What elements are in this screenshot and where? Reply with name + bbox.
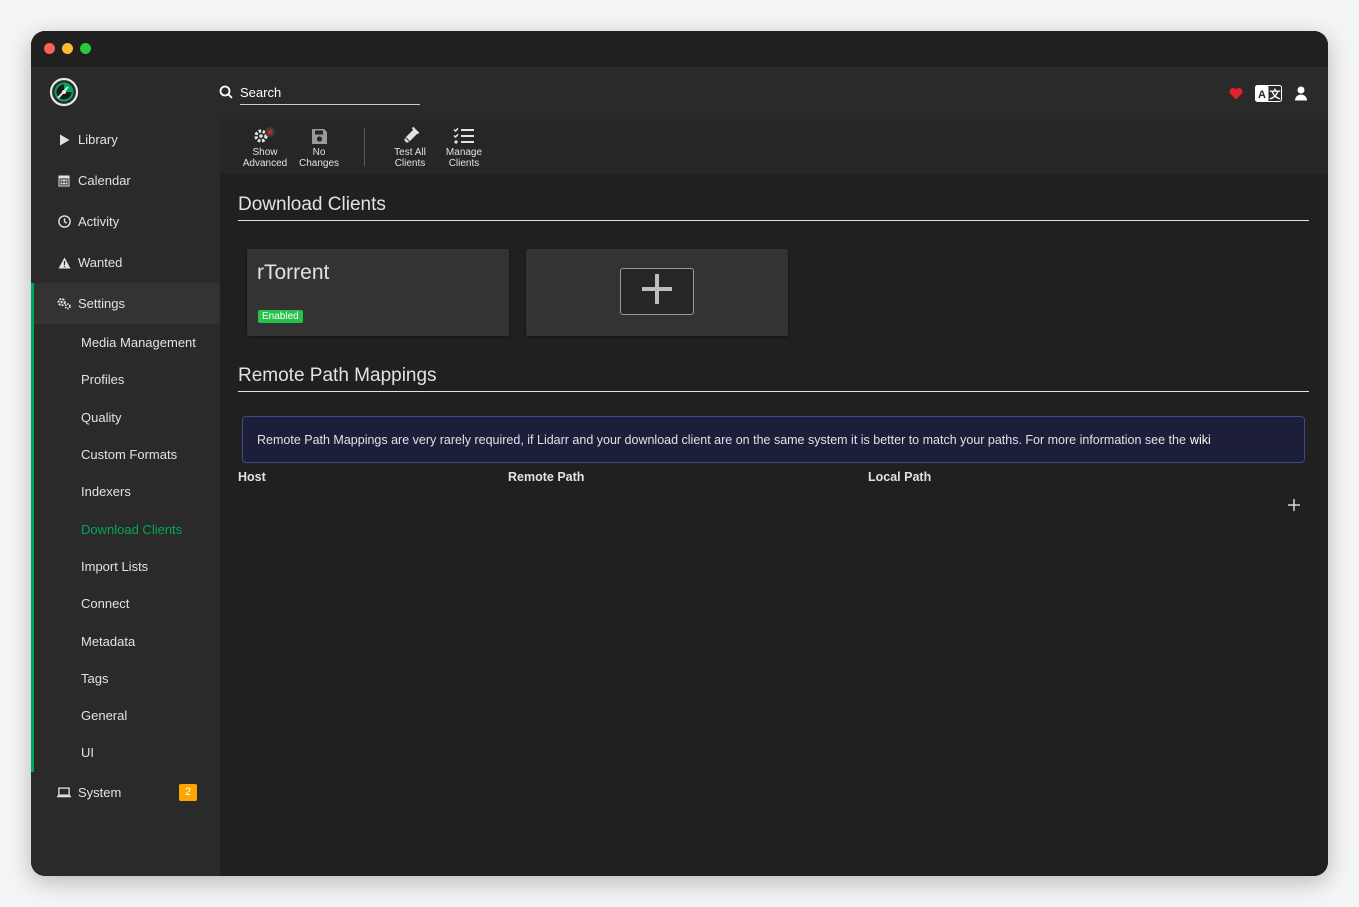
search-input[interactable] xyxy=(240,81,420,105)
sidebar-subitem-label: Quality xyxy=(81,409,122,425)
sidebar-item-label: Wanted xyxy=(78,255,123,270)
laptop-icon xyxy=(57,785,71,799)
title-bar xyxy=(31,31,1328,67)
play-icon xyxy=(57,133,71,147)
app-window: A文 Library Calendar Activity Wanted xyxy=(31,31,1328,876)
sidebar-item-settings[interactable]: Settings xyxy=(34,283,220,324)
download-clients-heading: Download Clients xyxy=(238,194,1309,221)
add-download-client-button[interactable] xyxy=(620,268,694,315)
page-toolbar: Show Advanced No Changes Test All Client… xyxy=(220,119,1328,174)
sidebar-subitem-custom-formats[interactable]: Custom Formats xyxy=(34,436,220,473)
toolbar-label: No xyxy=(312,147,326,158)
download-client-name: rTorrent xyxy=(257,261,330,284)
sidebar-subitem-tags[interactable]: Tags xyxy=(34,660,220,697)
sidebar-subitem-profiles[interactable]: Profiles xyxy=(34,361,220,398)
page-header: A文 xyxy=(31,67,1328,119)
remote-path-info-alert: Remote Path Mappings are very rarely req… xyxy=(242,416,1305,463)
sidebar-item-library[interactable]: Library xyxy=(31,119,220,160)
plus-icon xyxy=(641,273,673,310)
sidebar-item-label: Activity xyxy=(78,214,120,229)
toolbar-label: Changes xyxy=(298,158,340,169)
sidebar-subitem-connect[interactable]: Connect xyxy=(34,585,220,622)
toolbar-label: Clients xyxy=(394,158,426,169)
sidebar-subitem-label: Indexers xyxy=(81,484,131,500)
minimize-window-button[interactable] xyxy=(62,43,73,54)
wiki-link[interactable]: wiki xyxy=(1190,433,1211,447)
calendar-icon xyxy=(57,174,71,188)
column-header-host[interactable]: Host xyxy=(238,470,266,484)
sidebar-item-label: Library xyxy=(78,132,118,147)
search-icon xyxy=(219,85,233,99)
header-actions: A文 xyxy=(1229,83,1308,103)
sidebar-subitem-download-clients[interactable]: Download Clients xyxy=(34,510,220,547)
sidebar-subitem-label: UI xyxy=(81,745,94,761)
svg-text:文: 文 xyxy=(1270,87,1282,101)
page-content: Download Clients rTorrent Enabled Remote… xyxy=(220,174,1328,876)
sidebar-item-label: Calendar xyxy=(78,173,131,188)
warning-icon xyxy=(57,256,71,270)
sidebar-subitem-general[interactable]: General xyxy=(34,697,220,734)
toolbar-label: Show xyxy=(252,147,278,158)
plus-icon xyxy=(1288,498,1300,516)
sidebar-item-calendar[interactable]: Calendar xyxy=(31,160,220,201)
sidebar-subitem-indexers[interactable]: Indexers xyxy=(34,473,220,510)
sidebar-subitem-label: Tags xyxy=(81,670,109,686)
save-icon xyxy=(289,125,349,147)
toolbar-label: Advanced xyxy=(242,158,288,169)
remote-path-mappings-heading: Remote Path Mappings xyxy=(238,365,1309,392)
sidebar-item-label: System xyxy=(78,784,122,800)
sidebar-subitem-ui[interactable]: UI xyxy=(34,734,220,771)
heart-icon[interactable] xyxy=(1229,87,1243,100)
sidebar-subitem-label: Metadata xyxy=(81,633,136,649)
list-check-icon xyxy=(434,125,494,147)
sidebar-subitem-label: Import Lists xyxy=(81,558,149,574)
column-header-local-path[interactable]: Local Path xyxy=(868,470,931,484)
toolbar-separator xyxy=(364,128,365,166)
sidebar-subitem-label: Media Management xyxy=(81,335,196,351)
add-download-client-card[interactable] xyxy=(526,249,788,336)
sidebar-subitem-label: Connect xyxy=(81,596,130,612)
toolbar-label: Clients xyxy=(448,158,480,169)
settings-group: Settings Media Management Profiles Quali… xyxy=(31,283,220,772)
system-health-badge: 2 xyxy=(179,783,197,801)
zoom-window-button[interactable] xyxy=(80,43,91,54)
add-remote-path-mapping-button[interactable] xyxy=(1284,497,1304,517)
column-header-remote-path[interactable]: Remote Path xyxy=(508,470,584,484)
sidebar-item-activity[interactable]: Activity xyxy=(31,201,220,242)
toolbar-label: Manage xyxy=(445,147,483,158)
enabled-label: Enabled xyxy=(258,310,303,323)
sidebar-subitem-label: Download Clients xyxy=(81,521,183,537)
sidebar-subitem-label: Profiles xyxy=(81,372,125,388)
sidebar-subitem-import-lists[interactable]: Import Lists xyxy=(34,548,220,585)
show-advanced-button[interactable]: Show Advanced xyxy=(235,125,295,169)
sidebar-subitem-media-management[interactable]: Media Management xyxy=(34,324,220,361)
alert-text: Remote Path Mappings are very rarely req… xyxy=(257,432,1186,447)
sidebar-subitem-label: Custom Formats xyxy=(81,447,178,463)
sidebar-subitem-label: General xyxy=(81,708,128,724)
toolbar-label: Test All xyxy=(394,147,426,158)
sidebar-subitem-metadata[interactable]: Metadata xyxy=(34,622,220,659)
clock-icon xyxy=(57,215,71,229)
sidebar-item-wanted[interactable]: Wanted xyxy=(31,242,220,283)
sidebar-subitem-quality[interactable]: Quality xyxy=(34,399,220,436)
translate-icon[interactable]: A文 xyxy=(1255,84,1282,102)
lidarr-logo[interactable] xyxy=(49,77,79,107)
vial-icon xyxy=(380,125,440,147)
manage-clients-button[interactable]: Manage Clients xyxy=(434,125,494,169)
close-window-button[interactable] xyxy=(44,43,55,54)
save-changes-button[interactable]: No Changes xyxy=(289,125,349,169)
test-all-clients-button[interactable]: Test All Clients xyxy=(380,125,440,169)
sidebar-item-system[interactable]: System 2 xyxy=(31,772,220,813)
user-icon[interactable] xyxy=(1294,86,1308,101)
cog-icon xyxy=(235,125,295,147)
sidebar: Library Calendar Activity Wanted Setting… xyxy=(31,119,220,876)
search-bar xyxy=(219,77,421,107)
sidebar-item-label: Settings xyxy=(78,296,125,311)
svg-text:A: A xyxy=(1258,89,1266,101)
download-client-card[interactable]: rTorrent Enabled xyxy=(247,249,509,336)
cogs-icon xyxy=(57,297,71,311)
